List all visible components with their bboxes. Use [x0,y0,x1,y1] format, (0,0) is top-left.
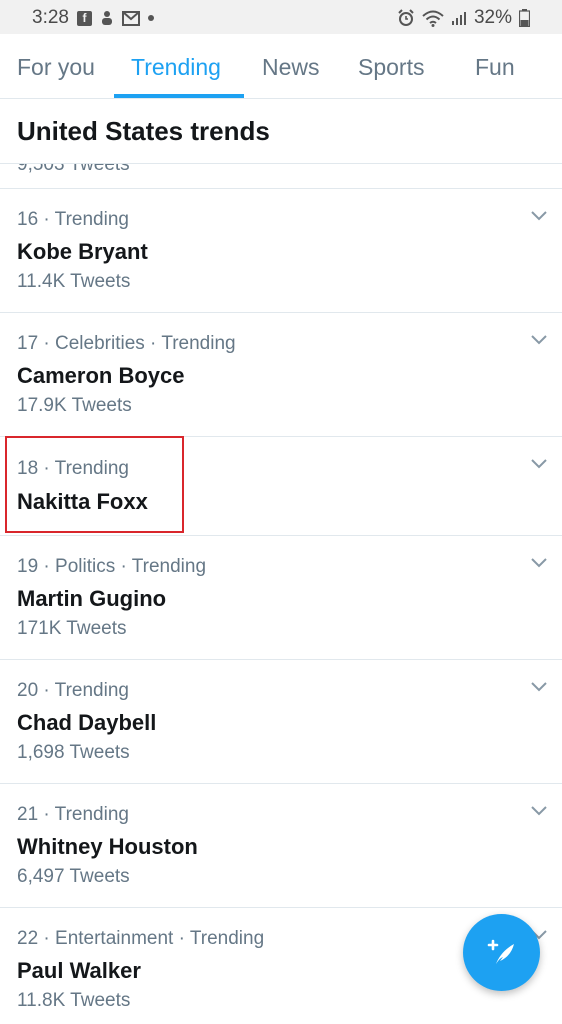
trend-tweet-count: 1,698 Tweets [17,742,130,763]
dot-icon [147,15,154,21]
tab-news[interactable]: News [262,34,320,98]
trend-item[interactable]: 20 · Trending Chad Daybell 1,698 Tweets [0,660,562,784]
page-title: United States trends [17,116,270,146]
trend-tweet-count: 6,497 Tweets [17,866,130,887]
status-time: 3:28 [32,7,69,28]
trend-meta: 19 · Politics · Trending [17,556,207,577]
trend-item[interactable]: 16 · Trending Kobe Bryant 11.4K Tweets [0,189,562,313]
gmail-icon [121,10,140,26]
trend-tweet-count: 11.4K Tweets [17,271,131,292]
trend-item[interactable]: 19 · Politics · Trending Martin Gugino 1… [0,536,562,660]
trend-meta: 17 · Celebrities · Trending [17,333,236,354]
trend-tweet-count: 17.9K Tweets [17,395,132,416]
signal-icon [451,10,467,26]
trend-name: Chad Daybell [17,710,157,735]
trend-tweet-count: 11.8K Tweets [17,990,131,1011]
trend-meta: 22 · Entertainment · Trending [17,928,265,949]
explore-tabs: For you Trending News Sports Fun [0,34,562,99]
chevron-down-icon[interactable] [530,804,548,818]
chevron-down-icon[interactable] [530,556,548,570]
partial-trend-row: 9,503 Tweets [0,164,562,189]
trend-meta: 16 · Trending [17,209,129,230]
notification-icon [100,10,114,26]
active-tab-indicator [114,94,244,98]
trend-item[interactable]: 21 · Trending Whitney Houston 6,497 Twee… [0,784,562,908]
status-bar: 3:28 f 32% [0,0,562,34]
trend-name: Cameron Boyce [17,363,185,388]
partial-row-text: 9,503 Tweets [17,164,130,175]
chevron-down-icon[interactable] [530,680,548,694]
trend-name: Paul Walker [17,958,141,983]
trend-name: Nakitta Foxx [17,489,148,514]
trend-item[interactable]: 18 · Trending Nakitta Foxx [0,437,562,536]
wifi-icon [422,10,444,27]
trends-header: United States trends [0,99,562,164]
chevron-down-icon[interactable] [530,457,548,471]
trend-name: Martin Gugino [17,586,167,611]
trend-meta: 18 · Trending [17,458,129,479]
tab-for-you[interactable]: For you [17,34,95,98]
tab-trending[interactable]: Trending [131,34,221,98]
tab-fun[interactable]: Fun [475,34,515,98]
trend-name: Kobe Bryant [17,239,148,264]
alarm-icon [397,9,415,27]
trend-item[interactable]: 17 · Celebrities · Trending Cameron Boyc… [0,313,562,437]
trend-name: Whitney Houston [17,834,198,859]
trend-meta: 21 · Trending [17,804,129,825]
chevron-down-icon[interactable] [530,333,548,347]
compose-tweet-button[interactable] [463,914,540,991]
trend-tweet-count: 171K Tweets [17,618,127,639]
tab-sports[interactable]: Sports [358,34,424,98]
facebook-icon: f [76,10,92,26]
compose-tweet-icon [487,939,514,964]
battery-percent: 32% [473,7,512,28]
chevron-down-icon[interactable] [530,209,548,223]
trend-meta: 20 · Trending [17,680,129,701]
battery-icon [519,9,530,27]
